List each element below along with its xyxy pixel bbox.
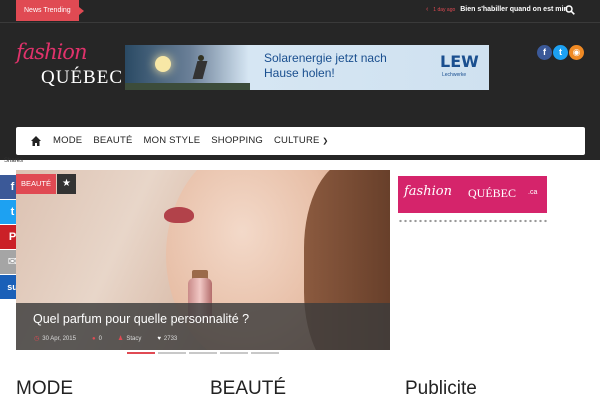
home-icon[interactable]	[30, 135, 42, 147]
section-heading-publicite: Publicite	[405, 378, 477, 399]
sidebar-logo-tld: .ca	[528, 189, 538, 196]
slide-caption: Quel parfum pour quelle personnalité ? ◷…	[16, 303, 390, 350]
slider-dot[interactable]	[251, 352, 279, 354]
nav-item-shopping[interactable]: SHOPPING	[211, 127, 263, 155]
share-count-label: Shares	[4, 158, 24, 164]
comment-count[interactable]: 0	[99, 336, 102, 342]
rss-icon[interactable]: ◉	[569, 45, 584, 60]
ad-brand: LEW	[440, 52, 479, 71]
ad-lamp-image	[155, 56, 171, 72]
slide-lips	[164, 207, 194, 223]
section-heading-beaute: BEAUTÉ	[210, 378, 287, 399]
like-count: 2733	[163, 335, 178, 342]
main-nav: MODE BEAUTÉ MON STYLE SHOPPING CULTURE ❯	[16, 127, 585, 155]
sidebar-logo-banner[interactable]: fashion QUÉBEC .ca	[398, 176, 547, 213]
nav-item-beaute[interactable]: BEAUTÉ	[93, 127, 132, 155]
slider-pagination	[127, 352, 282, 354]
slider-dot[interactable]	[220, 352, 248, 354]
ad-brand-sub: Lechwerke	[442, 72, 467, 78]
nav-item-culture-label: CULTURE	[273, 135, 320, 146]
ticker-headline[interactable]: Bien s'habiller quand on est min	[460, 6, 567, 13]
clock-icon: ◷	[34, 336, 40, 342]
featured-meta: ◷ 30 Apr, 2015 ● 0 ♟ Stacy ♥ 2733	[34, 335, 178, 343]
logo-wordmark: QUÉBEC	[41, 67, 123, 88]
facebook-icon[interactable]: f	[537, 45, 552, 60]
ad-ground	[125, 83, 250, 90]
nav-item-mode[interactable]: MODE	[53, 127, 82, 155]
ad-banner[interactable]: Solarenergie jetzt nach Hause holen! LEW…	[125, 45, 489, 90]
nav-item-culture[interactable]: CULTURE ❯	[274, 127, 328, 155]
nav-item-mon-style[interactable]: MON STYLE	[144, 127, 201, 155]
star-icon[interactable]: ★	[57, 174, 76, 194]
user-icon: ♟	[117, 336, 124, 342]
news-ticker[interactable]: ‹ 1 day ago Bien s'habiller quand on est…	[426, 6, 568, 16]
sidebar-logo-script: fashion	[404, 184, 452, 199]
divider	[0, 22, 600, 23]
ad-child-image	[191, 55, 209, 83]
site-logo[interactable]: fashion QUÉBEC	[16, 40, 122, 95]
twitter-icon[interactable]: t	[553, 45, 568, 60]
section-heading-mode: MODE	[16, 378, 73, 399]
comment-icon: ●	[91, 335, 96, 342]
featured-title[interactable]: Quel parfum pour quelle personnalité ?	[33, 312, 249, 326]
category-badge[interactable]: BEAUTÉ	[16, 174, 56, 194]
ad-headline: Solarenergie jetzt nach Hause holen!	[264, 51, 387, 80]
slider-dot[interactable]	[127, 352, 155, 354]
logo-script: fashion	[16, 40, 87, 64]
ticker-time: 1 day ago	[433, 7, 456, 13]
post-author[interactable]: Stacy	[126, 336, 141, 342]
search-icon[interactable]	[565, 5, 575, 15]
dotted-divider	[398, 219, 548, 223]
slider-dot[interactable]	[158, 352, 186, 354]
trending-badge: News Trending	[16, 0, 84, 21]
site-header: News Trending ‹ 1 day ago Bien s'habille…	[0, 0, 600, 160]
chevron-down-icon: ❯	[322, 138, 329, 145]
slider-dot[interactable]	[189, 352, 217, 354]
ticker-prev-icon[interactable]: ‹	[426, 6, 428, 13]
post-date: 30 Apr, 2015	[42, 335, 76, 342]
heart-icon: ♥	[157, 335, 161, 342]
sidebar-logo-wordmark: QUÉBEC	[468, 186, 516, 200]
